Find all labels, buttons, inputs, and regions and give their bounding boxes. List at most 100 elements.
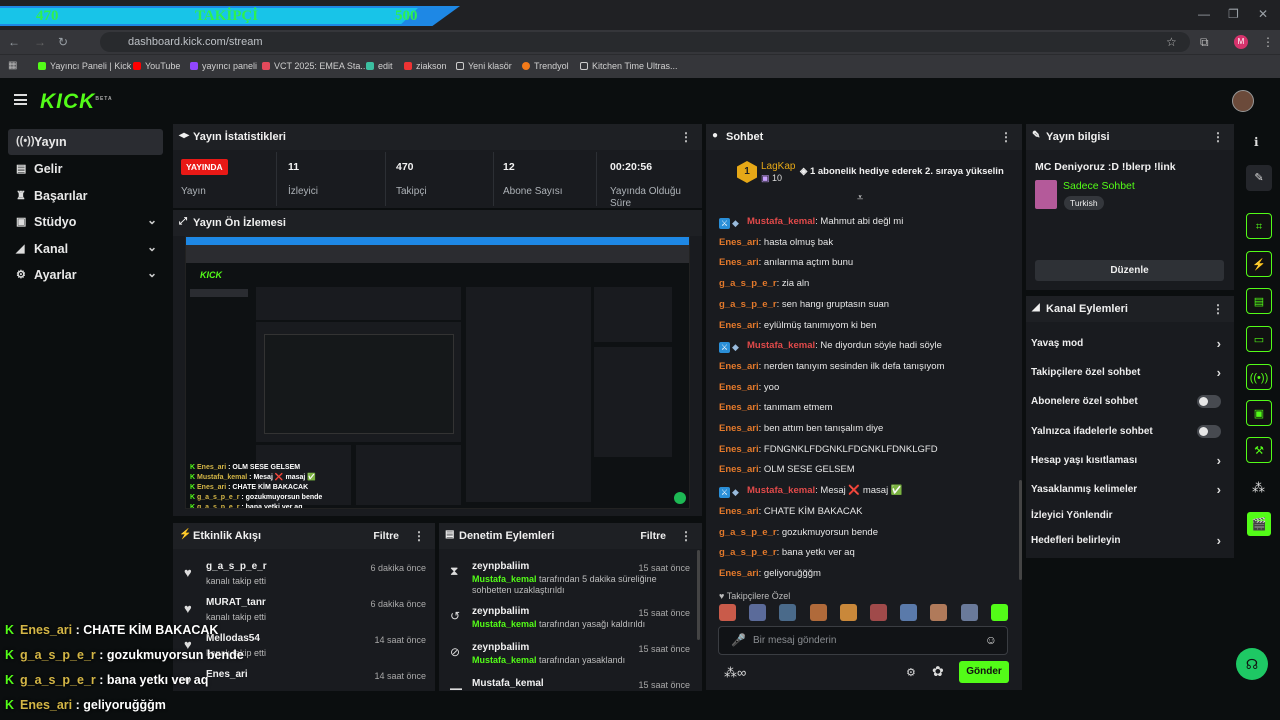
more-icon[interactable]: ⋮ [1000,130,1012,144]
emote-icon[interactable] [870,604,887,621]
scrollbar[interactable] [1019,480,1022,580]
channel-action-item[interactable]: Takipçilere özel sohbet › [1031,365,1221,380]
emote-icon[interactable] [839,604,857,621]
apps-grid-icon[interactable]: ▦ [8,60,17,71]
chat-username[interactable]: Enes_ari [719,423,759,434]
reload-icon[interactable]: ↻ [58,35,68,49]
sidebar-item-gelir[interactable]: ▤ Gelir [8,156,163,182]
emote-icon[interactable] [779,604,797,621]
more-icon[interactable]: ⋮ [1212,302,1224,316]
clapper-icon[interactable]: 🎬 [1247,512,1271,536]
chat-username[interactable]: Enes_ari [719,382,759,393]
bookmark-star-icon[interactable]: ☆ [1166,35,1177,49]
lightning-icon[interactable]: ⚡ [1246,251,1272,277]
emote-icon[interactable] [809,604,827,621]
microphone-icon[interactable]: 🎤 [731,633,746,647]
more-icon[interactable]: ⋮ [680,529,692,543]
clip-icon[interactable]: ⌗ [1246,213,1272,239]
edit-button[interactable]: Düzenle [1035,260,1224,281]
badge-icon[interactable]: ✿ [932,663,944,680]
emote-icon[interactable] [990,604,1008,621]
bookmark-trendyol[interactable]: Trendyol [522,61,569,71]
bookmark-kick[interactable]: Yayıncı Paneli | Kick [38,61,131,71]
chat-username[interactable]: Enes_ari [719,320,759,331]
sidebar-item-basarilar[interactable]: ♜ Başarılar [8,183,163,209]
collapse-icon[interactable]: ⩡ [857,192,863,205]
toggle-switch[interactable] [1197,395,1221,408]
scrollbar[interactable] [697,550,700,640]
pencil-icon[interactable]: ✎ [1246,165,1272,191]
restore-icon[interactable]: ❐ [1228,7,1239,21]
category-link[interactable]: Sadece Sohbet [1063,180,1135,192]
url-text[interactable]: dashboard.kick.com/stream [128,36,263,48]
chat-username[interactable]: Mustafa_kemal [747,485,815,496]
clipboard-icon[interactable]: ▤ [1246,288,1272,314]
emote-icon[interactable] [749,604,767,621]
kick-logo[interactable]: KICKBETA [40,90,113,114]
channel-action-item[interactable]: İzleyici Yönlendir [1031,510,1221,521]
message-icon[interactable]: ▭ [1246,326,1272,352]
chat-username[interactable]: g_a_s_p_e_r [719,278,777,289]
chat-username[interactable]: Enes_ari [719,257,759,268]
chat-username[interactable]: Mustafa_kemal [747,216,815,227]
help-chat-icon[interactable]: ☊ [1236,648,1268,680]
extensions-icon[interactable]: ⧉ [1200,35,1209,50]
emoji-icon[interactable]: ☺ [985,633,997,647]
settings-icon[interactable]: ⚙ [906,666,916,679]
browser-menu-icon[interactable]: ⋮ [1262,35,1274,49]
channel-action-item[interactable]: Hedefleri belirleyin › [1031,533,1221,548]
chat-username[interactable]: g_a_s_p_e_r [719,299,777,310]
chat-username[interactable]: Enes_ari [719,361,759,372]
channel-action-item[interactable]: Yavaş mod › [1031,336,1221,351]
sidebar-item-ayarlar[interactable]: ⚙ Ayarlar ⌄ [8,262,163,288]
chat-username[interactable]: Enes_ari [719,402,759,413]
filter-button[interactable]: Filtre [373,530,399,542]
points-icon[interactable]: ⁂ [1252,480,1265,496]
chat-username[interactable]: Enes_ari [719,464,759,475]
layout-icon[interactable]: ▣ [1246,400,1272,426]
back-icon[interactable]: ← [8,35,20,49]
toggle-switch[interactable] [1197,425,1221,438]
chat-username[interactable]: g_a_s_p_e_r [719,547,777,558]
channel-action-item[interactable]: Yasaklanmış kelimeler › [1031,482,1221,497]
sidebar-item-kanal[interactable]: ◢ Kanal ⌄ [8,236,163,262]
more-icon[interactable]: ⋮ [413,529,425,543]
sidebar-item-studyo[interactable]: ▣ Stüdyo ⌄ [8,209,163,235]
sidebar-item-yayin[interactable]: ((•)) Yayın [8,129,163,155]
bookmark-edit[interactable]: edit [366,61,393,71]
more-icon[interactable]: ⋮ [1212,130,1224,144]
bookmark-ziakson[interactable]: ziakson [404,61,447,71]
channel-action-item[interactable]: Yalnızca ifadelerle sohbet [1031,425,1221,438]
channel-action-item[interactable]: Hesap yaşı kısıtlaması › [1031,453,1221,468]
broadcast-icon[interactable]: ((•)) [1246,364,1272,390]
stream-preview-video[interactable]: KICK K Enes_ari : OLM SESE GELSEM K Must… [185,236,690,509]
bookmark-kitchen[interactable]: Kitchen Time Ultras... [580,61,678,71]
profile-avatar[interactable]: M [1234,35,1248,49]
chat-username[interactable]: Enes_ari [719,568,759,579]
channel-action-item[interactable]: Abonelere özel sohbet [1031,395,1221,408]
send-button[interactable]: Gönder [959,661,1009,683]
chat-username[interactable]: Enes_ari [719,506,759,517]
minimize-icon[interactable]: — [1198,7,1210,21]
wrench-icon[interactable]: ⚒ [1246,437,1272,463]
filter-button[interactable]: Filtre [640,530,666,542]
more-icon[interactable]: ⋮ [680,130,692,144]
bookmark-youtube[interactable]: YouTube [133,61,180,71]
emote-icon[interactable] [960,604,978,621]
chat-username[interactable]: g_a_s_p_e_r [719,527,777,538]
menu-icon[interactable] [14,94,27,105]
forward-icon[interactable]: → [34,35,46,49]
bookmark-vct[interactable]: VCT 2025: EMEA Sta... [262,61,368,71]
chat-username[interactable]: Enes_ari [719,444,759,455]
bookmark-panel[interactable]: yayıncı paneli [190,61,257,71]
points-icon[interactable]: ⁂∞ [724,665,746,681]
chat-username[interactable]: Mustafa_kemal [747,340,815,351]
user-avatar[interactable] [1232,90,1254,112]
emote-icon[interactable] [719,604,736,621]
emote-icon[interactable] [930,604,948,621]
info-icon[interactable]: ℹ [1254,135,1259,149]
close-icon[interactable]: ✕ [1258,7,1268,21]
bookmark-folder[interactable]: Yeni klasör [456,61,512,71]
address-bar[interactable] [100,32,1190,52]
chat-username[interactable]: Enes_ari [719,237,759,248]
